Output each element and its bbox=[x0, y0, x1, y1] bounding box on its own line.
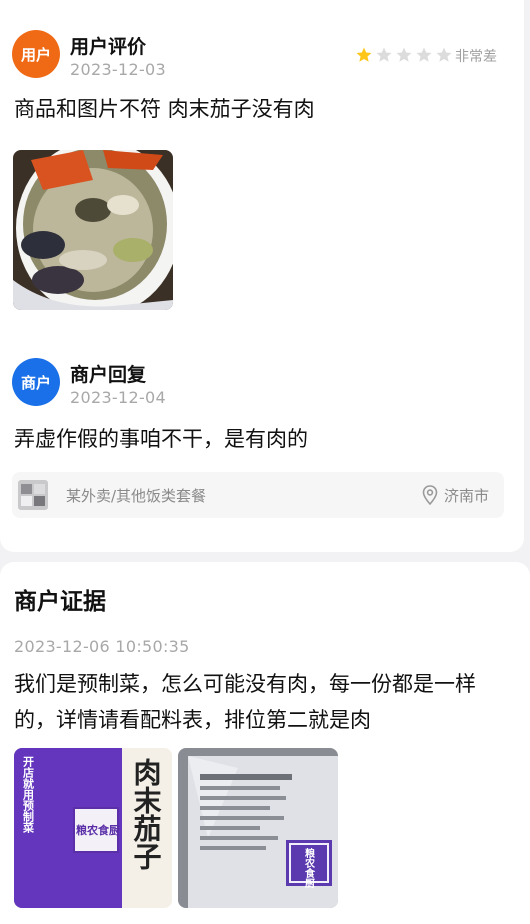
review-date: 2023-12-03 bbox=[70, 60, 166, 79]
user-avatar[interactable]: 用户 bbox=[12, 30, 60, 78]
review-card: 用户 用户评价 2023-12-03 非常差 商品和图片不符 肉末茄子没有肉 商… bbox=[0, 0, 524, 552]
pack-front-text: 肉末茄子 bbox=[130, 758, 163, 870]
merchant-name[interactable]: 商户回复 bbox=[70, 360, 146, 387]
star-empty-icon bbox=[436, 47, 452, 62]
store-location: 济南市 bbox=[444, 487, 490, 505]
pack-brand-text: 粮农食厨 bbox=[76, 823, 120, 837]
star-empty-icon bbox=[416, 47, 432, 62]
location-pin-icon bbox=[422, 485, 438, 505]
evidence-text: 我们是预制菜，怎么可能没有肉，每一份都是一样的，详情请看配料表，排位第二就是肉 bbox=[14, 672, 476, 732]
merchant-avatar[interactable]: 商户 bbox=[12, 358, 60, 406]
star-empty-icon bbox=[376, 47, 392, 62]
rating-label: 非常差 bbox=[455, 49, 497, 65]
star-filled-icon bbox=[356, 47, 372, 62]
evidence-title: 商户证据 bbox=[14, 589, 106, 615]
store-info-bar[interactable]: 某外卖/其他饭类套餐 济南市 bbox=[12, 472, 504, 518]
food-photo[interactable] bbox=[13, 150, 173, 310]
reply-date: 2023-12-04 bbox=[70, 388, 166, 407]
package-ingredient-photo[interactable]: 粮农食厨 bbox=[178, 748, 338, 908]
pack-side-text: 开店就用预制菜 bbox=[22, 756, 36, 834]
review-text: 商品和图片不符 肉末茄子没有肉 bbox=[14, 97, 315, 121]
reviewer-name[interactable]: 用户评价 bbox=[70, 32, 146, 59]
package-front-photo[interactable]: 开店就用预制菜 粮农食厨 肉末茄子 bbox=[14, 748, 172, 908]
store-name: 某外卖/其他饭类套餐 bbox=[66, 487, 207, 505]
store-thumbnail bbox=[18, 480, 48, 510]
reply-text: 弄虚作假的事咱不干，是有肉的 bbox=[14, 427, 308, 451]
rating-stars bbox=[355, 46, 453, 64]
star-empty-icon bbox=[396, 47, 412, 62]
evidence-time: 2023-12-06 10:50:35 bbox=[14, 637, 190, 656]
